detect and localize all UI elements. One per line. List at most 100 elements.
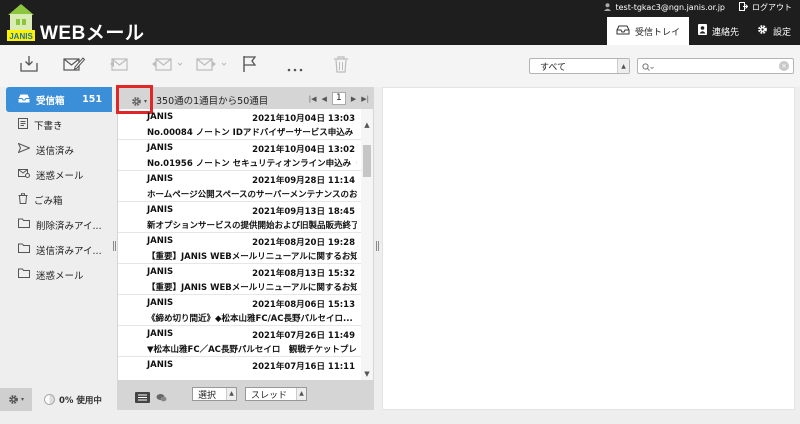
- sidebar-footer: ▾ 0% 使用中: [0, 388, 112, 411]
- sidebar-item-label: 迷惑メール: [36, 270, 84, 282]
- list-item[interactable]: JANIS 2021年10月04日 13:02 No.01956 ノートン セキ…: [118, 140, 361, 171]
- sidebar-splitter[interactable]: [113, 241, 116, 251]
- message-list-pane: ▾ 350通の1通目から50通目 |◀ ◀ 1 ▶ ▶| JANIS 2021年…: [116, 85, 374, 410]
- message-from: JANIS: [147, 329, 174, 339]
- prev-page-icon[interactable]: ◀: [321, 95, 326, 103]
- sidebar-item-label: 削除済みアイ...: [36, 220, 102, 232]
- folder-settings-button[interactable]: ▾: [0, 388, 32, 411]
- filter-select[interactable]: すべて ▲: [529, 58, 630, 74]
- scroll-down-icon[interactable]: ▼: [361, 368, 373, 380]
- inbox-icon: [18, 94, 30, 106]
- message-from: JANIS: [147, 236, 174, 246]
- reply-all-icon: [151, 56, 187, 76]
- check-mail-icon: [19, 55, 39, 77]
- sidebar-item-label: 下書き: [34, 120, 63, 132]
- list-item[interactable]: JANIS 2021年08月20日 19:28 【重要】JANIS WEBメール…: [118, 233, 361, 264]
- contacts-icon: [697, 24, 707, 38]
- search-box[interactable]: ×: [637, 58, 794, 74]
- message-subject: 新オプションサービスの提供開始および旧製品販売終了...: [147, 221, 357, 231]
- select-arrows-icon: ▲: [226, 388, 236, 400]
- sidebar-item-sent[interactable]: 送信済み: [6, 137, 112, 162]
- list-header: ▾ 350通の1通目から50通目 |◀ ◀ 1 ▶ ▶|: [116, 85, 373, 114]
- list-item[interactable]: JANIS 2021年07月26日 11:49 ▼松本山雅FC／AC長野パルセイ…: [118, 326, 361, 357]
- reply-button[interactable]: [108, 55, 130, 77]
- list-splitter[interactable]: [376, 241, 379, 251]
- sidebar-item-spam[interactable]: 迷惑メール: [6, 162, 112, 187]
- message-date: 2021年10月04日 13:02: [252, 145, 355, 155]
- reply-all-button[interactable]: [151, 55, 187, 77]
- logout-icon: [739, 2, 749, 13]
- message-subject: No.00084 ノートン IDアドバイザーサービス申込み（...: [147, 128, 357, 138]
- thread-label: スレッド: [251, 390, 288, 401]
- tab-settings[interactable]: 設定: [748, 17, 800, 45]
- page-number[interactable]: 1: [331, 92, 346, 105]
- search-input[interactable]: [657, 61, 777, 71]
- usage-label: 0% 使用中: [59, 395, 102, 406]
- chevron-down-icon: ▾: [20, 396, 24, 403]
- list-scrollbar[interactable]: ▲ ▼: [361, 109, 373, 380]
- tab-contacts[interactable]: 連絡先: [689, 17, 748, 45]
- message-from: JANIS: [147, 360, 174, 370]
- first-page-icon[interactable]: |◀: [309, 95, 317, 103]
- draft-icon: [18, 117, 28, 132]
- list-item[interactable]: JANIS 2021年10月04日 13:03 No.00084 ノートン ID…: [118, 109, 361, 140]
- folder-sidebar: 受信箱 151 下書き 送信済み 迷惑メール ごみ箱 削除済みアイ... 送信済…: [0, 87, 112, 424]
- list-item[interactable]: JANIS 2021年08月06日 15:13 《締め切り間近》◆松本山雅FC/…: [118, 295, 361, 326]
- clear-search-icon[interactable]: ×: [779, 61, 789, 71]
- tab-contacts-label: 連絡先: [711, 27, 739, 38]
- sidebar-item-inbox[interactable]: 受信箱 151: [6, 87, 112, 112]
- flag-button[interactable]: [240, 55, 260, 77]
- message-subject: No.01956 ノートン セキュリティオンライン申込み（...: [147, 159, 357, 169]
- toolbar: すべて ▲ ×: [0, 45, 800, 87]
- last-page-icon[interactable]: ▶|: [361, 95, 369, 103]
- user-icon: [604, 2, 612, 13]
- message-from: JANIS: [147, 267, 174, 277]
- quota-usage: 0% 使用中: [44, 394, 102, 406]
- pane-gap: [795, 87, 800, 424]
- list-item[interactable]: JANIS 2021年08月13日 15:32 【重要】JANIS WEBメール…: [118, 264, 361, 295]
- message-date: 2021年09月28日 11:14: [252, 176, 355, 186]
- list-item[interactable]: JANIS 2021年09月13日 18:45 新オプションサービスの提供開始お…: [118, 202, 361, 233]
- scroll-thumb[interactable]: [363, 145, 371, 177]
- main-nav: 受信トレイ 連絡先 設定: [606, 17, 800, 45]
- message-subject: ホームページ公開スペースのサーバーメンテナンスのお...: [147, 190, 357, 200]
- sidebar-item-junk[interactable]: 迷惑メール: [6, 262, 112, 287]
- sidebar-item-trash[interactable]: ごみ箱: [6, 187, 112, 212]
- check-mail-button[interactable]: [18, 55, 40, 77]
- unread-count: 151: [82, 94, 102, 105]
- list-item[interactable]: JANIS 2021年09月28日 11:14 ホームページ公開スペースのサーバ…: [118, 171, 361, 202]
- sidebar-item-label: 迷惑メール: [36, 170, 84, 182]
- tab-inbox-label: 受信トレイ: [634, 27, 680, 38]
- logo-text: JANIS: [9, 32, 33, 41]
- user-email: test-tgkac3@ngn.janis.or.jp: [615, 3, 725, 12]
- sidebar-item-sent-items[interactable]: 送信済みアイ...: [6, 237, 112, 262]
- list-view-icon[interactable]: [135, 388, 150, 407]
- thread-view-icon[interactable]: [156, 388, 167, 407]
- sidebar-item-deleted-items[interactable]: 削除済みアイ...: [6, 212, 112, 237]
- trash-icon: [18, 192, 28, 207]
- sidebar-item-label: ごみ箱: [34, 195, 63, 207]
- inbox-icon: [616, 25, 630, 38]
- pane-gap: [112, 410, 800, 424]
- forward-button[interactable]: [196, 55, 232, 77]
- compose-icon: [63, 55, 86, 77]
- select-dropdown[interactable]: 選択 ▲: [192, 387, 237, 401]
- message-date: 2021年08月06日 15:13: [252, 300, 355, 310]
- filter-value: すべて: [540, 62, 567, 73]
- thread-dropdown[interactable]: スレッド ▲: [245, 387, 307, 401]
- more-button[interactable]: [285, 55, 305, 77]
- folder-icon: [18, 243, 30, 256]
- next-page-icon[interactable]: ▶: [351, 95, 356, 103]
- message-count-info: 350通の1通目から50通目: [156, 96, 269, 107]
- message-from: JANIS: [147, 112, 174, 122]
- tab-inbox[interactable]: 受信トレイ: [606, 17, 689, 45]
- scroll-up-icon[interactable]: ▲: [361, 119, 373, 131]
- sent-icon: [17, 142, 31, 156]
- message-date: 2021年09月13日 18:45: [252, 207, 355, 217]
- sidebar-item-drafts[interactable]: 下書き: [6, 112, 112, 137]
- compose-button[interactable]: [63, 55, 86, 77]
- logout-link[interactable]: ログアウト: [739, 2, 792, 13]
- list-item[interactable]: JANIS 2021年07月16日 11:11: [118, 357, 361, 380]
- message-from: JANIS: [147, 205, 174, 215]
- delete-button[interactable]: [331, 55, 351, 77]
